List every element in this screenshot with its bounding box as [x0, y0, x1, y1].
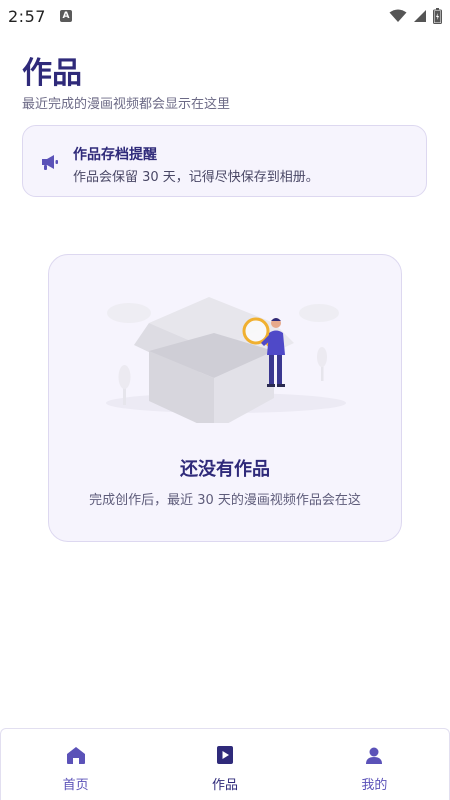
notice-title: 作品存档提醒 — [73, 147, 157, 163]
page-title: 作品 — [22, 56, 82, 91]
notice-text: 作品会保留 30 天，记得尽快保存到相册。 — [73, 170, 319, 185]
status-bar: 2:57 A — [0, 0, 450, 32]
person-icon — [366, 747, 383, 764]
empty-state-card: 还没有作品 完成创作后，最近 30 天的漫画视频作品会在这 — [48, 254, 402, 542]
nav-item-me[interactable]: 我的 — [300, 729, 449, 800]
empty-box-illustration — [106, 297, 346, 423]
nav-item-works[interactable]: 作品 — [150, 729, 299, 800]
nav-label-me: 我的 — [361, 778, 388, 793]
archive-notice-card: 作品存档提醒 作品会保留 30 天，记得尽快保存到相册。 — [22, 125, 427, 197]
battery-icon — [433, 8, 442, 24]
app-indicator-icon: A — [59, 10, 72, 22]
play-icon — [216, 746, 233, 764]
page-subtitle: 最近完成的漫画视频都会显示在这里 — [22, 97, 231, 112]
empty-state-description: 完成创作后，最近 30 天的漫画视频作品会在这 — [89, 493, 361, 508]
bottom-nav: 首页 作品 我的 — [0, 728, 450, 800]
empty-state-title: 还没有作品 — [180, 459, 270, 480]
signal-icon — [414, 10, 426, 22]
status-time: 2:57 — [8, 6, 46, 26]
megaphone-icon — [42, 155, 58, 170]
status-icons — [389, 8, 442, 24]
nav-item-home[interactable]: 首页 — [1, 729, 150, 800]
works-screen: 2:57 A 作品 最近完成的漫画视频都会显示在这里 作品存档提醒 作品会保留 … — [0, 0, 450, 800]
wifi-icon — [389, 9, 407, 22]
home-icon — [66, 747, 85, 764]
nav-label-works: 作品 — [211, 778, 238, 793]
nav-label-home: 首页 — [62, 778, 89, 793]
